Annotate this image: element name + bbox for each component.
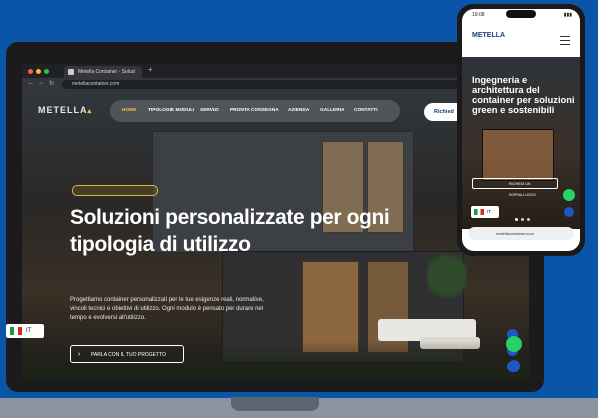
- arrow-right-icon: ›: [78, 351, 81, 358]
- close-window-icon[interactable]: [28, 69, 33, 74]
- logo-accent: ▴: [87, 106, 93, 115]
- phone-time: 19:08: [472, 12, 485, 18]
- hero-cta-label: PARLA CON IL TUO PROGETTO: [91, 352, 166, 358]
- back-icon[interactable]: ←: [28, 80, 34, 86]
- site-logo[interactable]: METELLA▴: [38, 105, 92, 115]
- hero-badge: [72, 185, 158, 196]
- phone-screen: 19:08 ▮▮▮ METELLA Ingegneria e architett…: [462, 9, 580, 251]
- phone-url: metellacontainer.com: [496, 231, 534, 236]
- phone-hero-window: [482, 129, 554, 181]
- glass-door: [302, 261, 359, 353]
- forward-icon[interactable]: →: [38, 80, 44, 86]
- phone-whatsapp-icon[interactable]: [563, 189, 575, 201]
- browser-tab-bar: Metella Container - Soluzi +: [22, 64, 529, 78]
- nav-azienda[interactable]: AZIENDA: [288, 108, 309, 113]
- browser-toolbar: ← → ↻ metellacontainer.com ◧ ⋮: [22, 78, 529, 91]
- new-tab-icon[interactable]: +: [148, 65, 153, 74]
- favicon-icon: [68, 69, 74, 75]
- browser-tab[interactable]: Metella Container - Soluzi: [64, 66, 142, 78]
- hero-headline: Soluzioni personalizzate per ogni tipolo…: [70, 206, 390, 256]
- italy-flag-icon: [10, 327, 22, 335]
- main-nav: HOME TIPOLOGIE MODULI SERVIZI PRONTA CON…: [110, 100, 400, 122]
- whatsapp-icon[interactable]: [506, 336, 522, 352]
- phone-language-selector[interactable]: IT: [471, 206, 499, 218]
- nav-home[interactable]: HOME: [122, 108, 136, 113]
- language-label: IT: [26, 328, 32, 334]
- phone-accessibility-icon[interactable]: [564, 207, 574, 217]
- hamburger-menu-icon[interactable]: [560, 36, 570, 45]
- phone-address-bar[interactable]: metellacontainer.com: [468, 227, 574, 240]
- hero-subtext: Progettiamo container personalizzati per…: [70, 297, 264, 321]
- nav-contatti[interactable]: CONTATTI: [354, 108, 378, 113]
- maximize-window-icon[interactable]: [44, 69, 49, 74]
- nav-pronta-consegna[interactable]: PRONTA CONSEGNA: [230, 108, 279, 113]
- carousel-dot[interactable]: [515, 218, 518, 221]
- reload-icon[interactable]: ↻: [49, 80, 54, 87]
- phone-language-label: IT: [487, 209, 491, 214]
- nav-galleria[interactable]: GALLERIA: [320, 108, 345, 113]
- laptop-hinge: [231, 397, 319, 411]
- accessibility-icon[interactable]: [508, 360, 520, 372]
- nav-tipologie-moduli[interactable]: TIPOLOGIE MODULI: [148, 108, 194, 113]
- logo-text: METELLA: [38, 105, 88, 115]
- address-bar[interactable]: metellacontainer.com: [62, 80, 472, 89]
- battery-icon: ▮▮▮: [563, 12, 572, 18]
- phone-status-bar: 19:08 ▮▮▮: [462, 9, 580, 21]
- carousel-dot[interactable]: [527, 218, 530, 221]
- nav-servizi[interactable]: SERVIZI: [200, 108, 219, 113]
- dynamic-island: [506, 10, 536, 18]
- laptop-screen: Metella Container - Soluzi + ← → ↻ metel…: [22, 64, 529, 380]
- italy-flag-icon: [474, 209, 484, 215]
- phone-site-logo[interactable]: METELLA: [472, 32, 505, 39]
- website-hero: METELLA▴ HOME TIPOLOGIE MODULI SERVIZI P…: [22, 91, 529, 380]
- phone-cta-button[interactable]: RICHIEDI UN SOPRALLUOGO: [472, 178, 558, 197]
- language-selector[interactable]: IT: [6, 324, 44, 338]
- hero-cta-button[interactable]: › PARLA CON IL TUO PROGETTO: [70, 345, 184, 363]
- carousel-dot[interactable]: [521, 218, 524, 221]
- minimize-window-icon[interactable]: [36, 69, 41, 74]
- phone-site-header: METELLA: [462, 21, 580, 57]
- phone-hero-title: Ingegneria e architettura del container …: [472, 74, 575, 115]
- tab-title: Metella Container - Soluzi: [78, 69, 136, 75]
